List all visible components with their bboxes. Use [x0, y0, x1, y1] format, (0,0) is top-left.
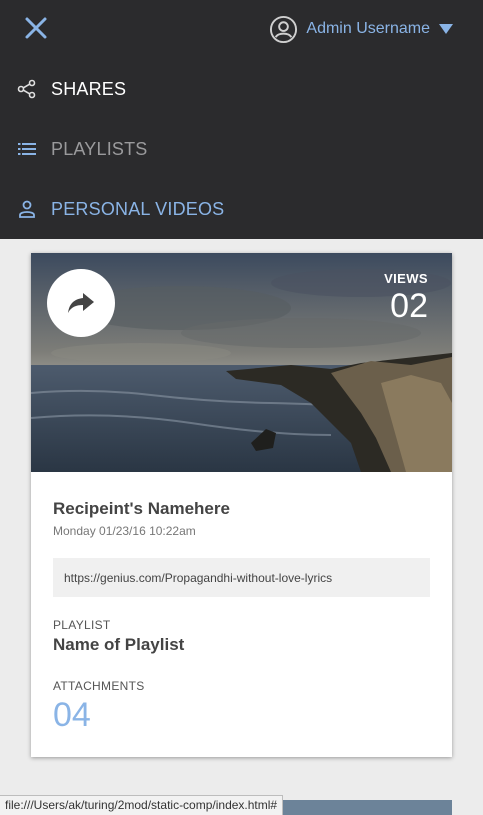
caret-down-icon[interactable]	[439, 24, 453, 34]
user-menu[interactable]: Admin Username	[269, 14, 453, 44]
share-date: Monday 01/23/16 10:22am	[53, 524, 196, 538]
person-icon	[17, 199, 37, 219]
list-icon	[17, 139, 37, 159]
playlist-name: Name of Playlist	[53, 635, 185, 654]
nav-label-playlists[interactable]: PLAYLISTS	[51, 139, 148, 160]
views-counter: VIEWS 02	[384, 271, 428, 324]
nav-item-playlists[interactable]: PLAYLISTS	[0, 119, 483, 179]
playlist-label: PLAYLIST	[53, 618, 111, 632]
video-card: VIEWS 02 Recipeint's Namehere Monday 01/…	[31, 253, 452, 757]
card-body: Recipeint's Namehere Monday 01/23/16 10:…	[53, 499, 430, 734]
attachments-count[interactable]: 04	[53, 696, 430, 734]
user-circle-icon	[270, 15, 298, 43]
views-label: VIEWS	[384, 271, 428, 286]
share-link[interactable]: https://genius.com/Propagandhi-without-l…	[53, 558, 430, 597]
close-button[interactable]	[22, 14, 50, 42]
views-count: 02	[390, 287, 428, 325]
forward-arrow-icon	[68, 293, 94, 313]
nav-item-personal-videos[interactable]: PERSONAL VIDEOS	[0, 179, 483, 239]
nav-label-shares[interactable]: SHARES	[51, 79, 126, 100]
share-icon	[17, 79, 37, 99]
attachments-label: ATTACHMENTS	[53, 679, 145, 693]
nav-label-personal-videos[interactable]: PERSONAL VIDEOS	[51, 199, 224, 220]
video-thumbnail[interactable]: VIEWS 02	[31, 253, 452, 472]
close-icon[interactable]	[22, 14, 50, 42]
nav-item-shares[interactable]: SHARES	[0, 59, 483, 119]
user-name[interactable]: Admin Username	[306, 20, 430, 38]
top-menu-panel: Admin Username SHARES PLAYLISTS PERSONAL…	[0, 0, 483, 239]
recipient-name: Recipeint's Namehere	[53, 499, 230, 518]
share-button[interactable]	[47, 269, 115, 337]
browser-status-url: file:///Users/ak/turing/2mod/static-comp…	[0, 795, 284, 815]
